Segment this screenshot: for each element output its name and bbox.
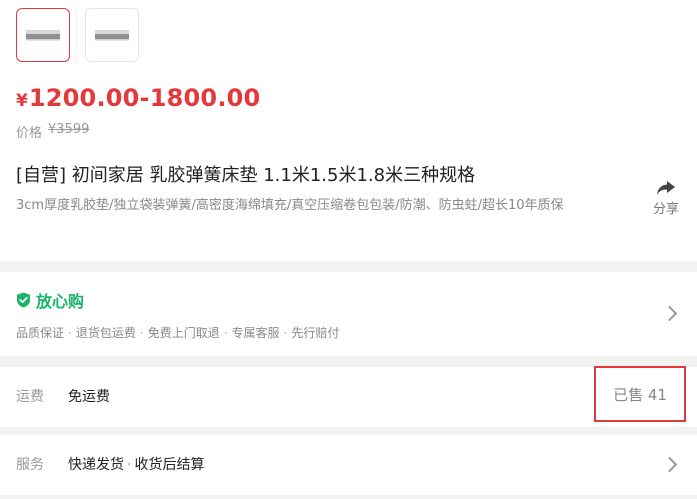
- service-item: 快递发货: [68, 457, 124, 473]
- share-label: 分享: [652, 202, 679, 217]
- separator-dot: ·: [127, 457, 132, 473]
- separator-dot: ·: [139, 326, 144, 340]
- service-row[interactable]: 服务 快递发货 · 收货后结算: [0, 435, 697, 495]
- mattress-image-icon: [26, 30, 60, 41]
- guarantee-item: 品质保证: [16, 326, 65, 340]
- thumbnail-2[interactable]: [85, 8, 139, 62]
- separator-dot: ·: [283, 326, 288, 340]
- mattress-image-icon: [95, 30, 129, 41]
- guarantee-item: 免费上门取退: [147, 326, 220, 340]
- original-price-row: 价格 ¥3599: [16, 122, 89, 141]
- service-label: 服务: [16, 457, 44, 473]
- sold-count: 已售 41: [613, 385, 667, 404]
- separator-dot: ·: [223, 326, 228, 340]
- original-price-label: 价格: [16, 126, 43, 141]
- guarantee-title: 放心购: [16, 288, 84, 312]
- chevron-right-icon: [661, 305, 678, 322]
- guarantee-card[interactable]: 放心购 品质保证 · 退货包运费 · 免费上门取退 · 专属客服 · 先行赔付: [0, 272, 697, 356]
- guarantee-item: 专属客服: [231, 326, 280, 340]
- thumbnail-divider: [76, 8, 77, 62]
- shipping-label: 运费: [16, 389, 44, 405]
- shield-check-icon: [17, 292, 30, 308]
- share-icon: [657, 181, 675, 195]
- original-price: ¥3599: [48, 122, 90, 137]
- price-value: 1200.00-1800.00: [28, 84, 261, 112]
- service-value: 快递发货 · 收货后结算: [68, 454, 204, 474]
- shipping-row: 运费 免运费: [0, 367, 697, 427]
- thumbnail-strip: [16, 8, 139, 62]
- guarantee-item: 退货包运费: [75, 326, 136, 340]
- service-item: 收货后结算: [134, 457, 205, 473]
- product-summary-card: ¥ 1200.00-1800.00 价格 ¥3599 [自营] 初间家居 乳胶弹…: [0, 0, 697, 261]
- share-button[interactable]: 分享: [646, 180, 686, 217]
- guarantee-items: 品质保证 · 退货包运费 · 免费上门取退 · 专属客服 · 先行赔付: [16, 324, 339, 341]
- guarantee-title-text: 放心购: [36, 292, 85, 311]
- product-subtitle: 3cm厚度乳胶垫/独立袋装弹簧/高密度海绵填充/真空压缩卷包包装/防潮、防虫蛀/…: [16, 198, 564, 213]
- product-title: [自营] 初间家居 乳胶弹簧床垫 1.1米1.5米1.8米三种规格: [16, 165, 476, 186]
- currency-symbol: ¥: [16, 91, 28, 111]
- guarantee-item: 先行赔付: [291, 326, 340, 340]
- chevron-right-icon: [661, 456, 678, 473]
- product-detail-page: ¥ 1200.00-1800.00 价格 ¥3599 [自营] 初间家居 乳胶弹…: [0, 0, 697, 499]
- thumbnail-1[interactable]: [16, 8, 70, 62]
- price-range: ¥ 1200.00-1800.00: [16, 84, 260, 112]
- separator-dot: ·: [68, 326, 72, 340]
- sold-count-box: 已售 41: [594, 366, 686, 422]
- shipping-value: 免运费: [68, 389, 110, 405]
